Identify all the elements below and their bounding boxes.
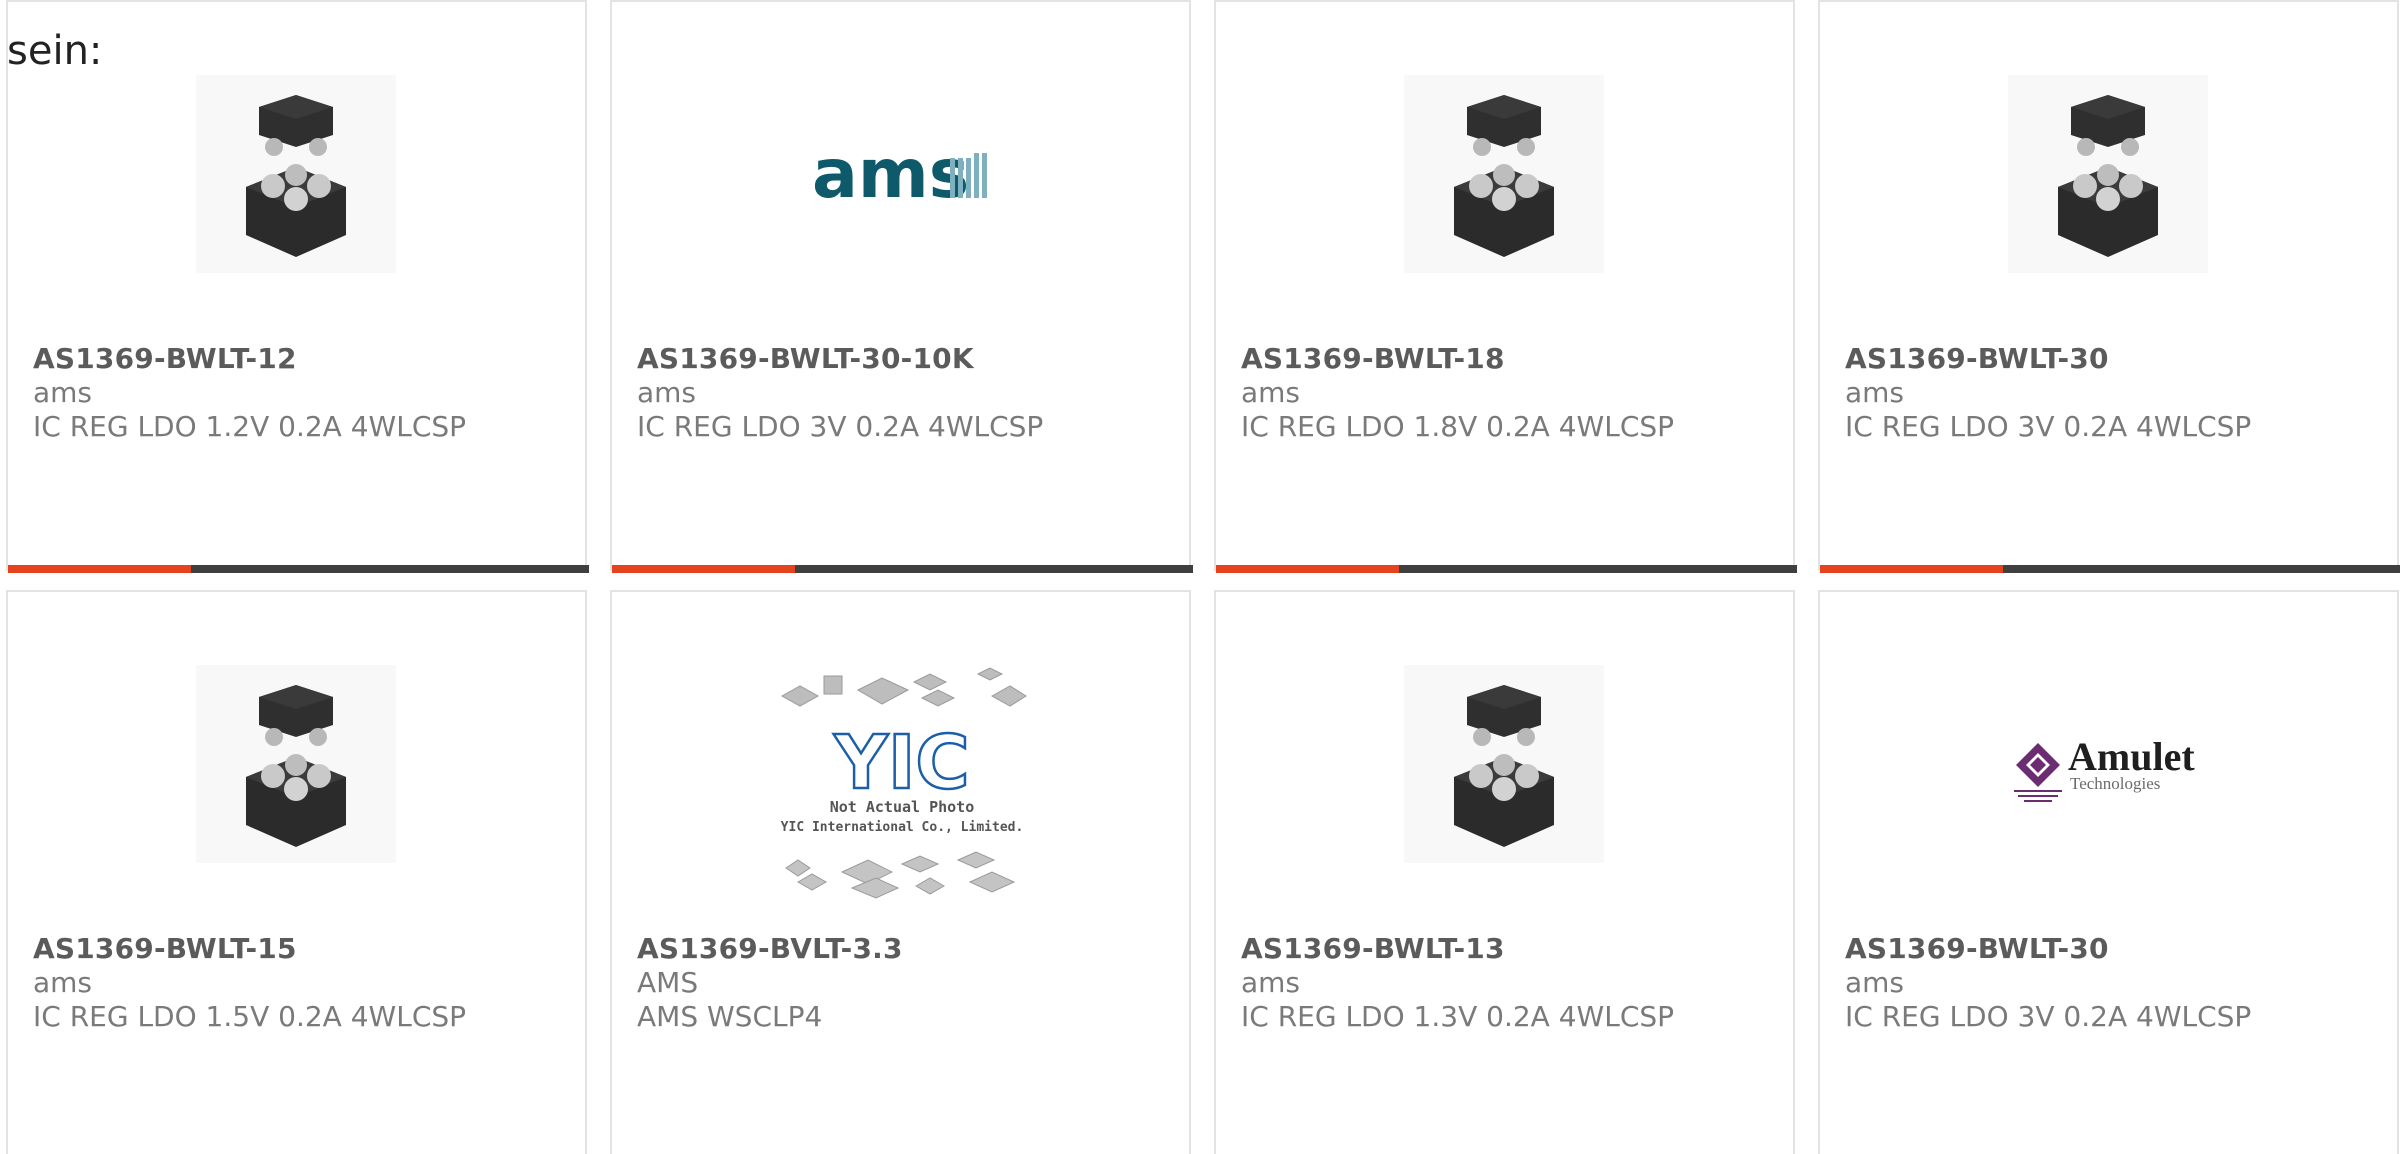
card-accent-bar: [612, 565, 1193, 573]
product-results-page: sein: AS1369-BWLT-12 ams IC REG LDO 1.2V…: [0, 0, 2400, 1154]
part-number-link[interactable]: AS1369-BWLT-15: [33, 932, 573, 966]
product-details: AS1369-BWLT-15 ams IC REG LDO 1.5V 0.2A …: [33, 932, 573, 1034]
part-number-link[interactable]: AS1369-BWLT-30: [1845, 932, 2385, 966]
product-card[interactable]: AS1369-BWLT-13 ams IC REG LDO 1.3V 0.2A …: [1214, 590, 1795, 1154]
description: IC REG LDO 1.5V 0.2A 4WLCSP: [33, 1000, 467, 1033]
yic-logo-text: YIC: [833, 720, 969, 806]
manufacturer: ams: [1241, 966, 1301, 999]
intro-text: sein:: [7, 28, 103, 74]
description: IC REG LDO 3V 0.2A 4WLCSP: [637, 410, 1044, 443]
product-image[interactable]: [1404, 665, 1604, 863]
product-card[interactable]: AS1369-BWLT-18 ams IC REG LDO 1.8V 0.2A …: [1214, 0, 1797, 573]
product-details: AS1369-BWLT-12 ams IC REG LDO 1.2V 0.2A …: [33, 342, 573, 444]
manufacturer: AMS: [637, 966, 699, 999]
product-card[interactable]: Amulet Technologies AS1369-BWLT-30 ams I…: [1818, 590, 2399, 1154]
product-grid: AS1369-BWLT-12 ams IC REG LDO 1.2V 0.2A …: [0, 0, 2400, 1154]
manufacturer: ams: [1845, 376, 1905, 409]
ams-logo-text: ams: [812, 135, 969, 214]
product-card[interactable]: AS1369-BWLT-30 ams IC REG LDO 3V 0.2A 4W…: [1818, 0, 2400, 573]
description: IC REG LDO 1.2V 0.2A 4WLCSP: [33, 410, 467, 443]
ams-logo-icon: ams: [812, 135, 987, 214]
product-details: AS1369-BWLT-13 ams IC REG LDO 1.3V 0.2A …: [1241, 932, 1781, 1034]
chip-package-icon: [1404, 75, 1604, 273]
part-number-link[interactable]: AS1369-BWLT-18: [1241, 342, 1781, 376]
part-number-link[interactable]: AS1369-BVLT-3.3: [637, 932, 1177, 966]
amulet-logo-name: Amulet: [2068, 734, 2195, 779]
description: IC REG LDO 1.3V 0.2A 4WLCSP: [1241, 1000, 1675, 1033]
chip-package-icon: [1404, 665, 1604, 863]
product-image[interactable]: YIC Not Actual Photo YIC International C…: [762, 650, 1042, 910]
amulet-logo-icon: Amulet Technologies: [2014, 734, 2195, 802]
yic-placeholder-icon: YIC Not Actual Photo YIC International C…: [781, 667, 1027, 899]
part-number-link[interactable]: AS1369-BWLT-30-10K: [637, 342, 1177, 376]
description: IC REG LDO 3V 0.2A 4WLCSP: [1845, 1000, 2252, 1033]
chip-package-icon: [196, 75, 396, 273]
product-image[interactable]: Amulet Technologies: [2008, 665, 2208, 863]
amulet-logo-sub: Technologies: [2070, 774, 2160, 793]
product-card[interactable]: ams AS1369-BWLT-30-10K ams IC REG LDO 3V…: [610, 0, 1193, 573]
description: IC REG LDO 1.8V 0.2A 4WLCSP: [1241, 410, 1675, 443]
product-image[interactable]: [1404, 75, 1604, 273]
description: AMS WSCLP4: [637, 1000, 823, 1033]
manufacturer: ams: [33, 966, 93, 999]
card-accent-bar: [8, 565, 589, 573]
part-number-link[interactable]: AS1369-BWLT-13: [1241, 932, 1781, 966]
product-card[interactable]: AS1369-BWLT-15 ams IC REG LDO 1.5V 0.2A …: [6, 590, 587, 1154]
manufacturer: ams: [33, 376, 93, 409]
product-image[interactable]: [2008, 75, 2208, 273]
part-number-link[interactable]: AS1369-BWLT-30: [1845, 342, 2385, 376]
product-card[interactable]: YIC Not Actual Photo YIC International C…: [610, 590, 1191, 1154]
product-image[interactable]: ams: [800, 75, 1000, 273]
product-details: AS1369-BWLT-30 ams IC REG LDO 3V 0.2A 4W…: [1845, 932, 2385, 1034]
product-details: AS1369-BWLT-30 ams IC REG LDO 3V 0.2A 4W…: [1845, 342, 2385, 444]
product-image[interactable]: [196, 75, 396, 273]
product-details: AS1369-BVLT-3.3 AMS AMS WSCLP4: [637, 932, 1177, 1034]
yic-caption-line2: YIC International Co., Limited.: [781, 820, 1024, 835]
part-number-link[interactable]: AS1369-BWLT-12: [33, 342, 573, 376]
card-accent-bar: [1216, 565, 1797, 573]
manufacturer: ams: [637, 376, 697, 409]
chip-package-icon: [2008, 75, 2208, 273]
chip-package-icon: [196, 665, 396, 863]
description: IC REG LDO 3V 0.2A 4WLCSP: [1845, 410, 2252, 443]
product-image[interactable]: [196, 665, 396, 863]
yic-caption-line1: Not Actual Photo: [830, 798, 975, 816]
product-details: AS1369-BWLT-30-10K ams IC REG LDO 3V 0.2…: [637, 342, 1177, 444]
manufacturer: ams: [1241, 376, 1301, 409]
product-details: AS1369-BWLT-18 ams IC REG LDO 1.8V 0.2A …: [1241, 342, 1781, 444]
product-card[interactable]: AS1369-BWLT-12 ams IC REG LDO 1.2V 0.2A …: [6, 0, 589, 573]
manufacturer: ams: [1845, 966, 1905, 999]
card-accent-bar: [1820, 565, 2400, 573]
